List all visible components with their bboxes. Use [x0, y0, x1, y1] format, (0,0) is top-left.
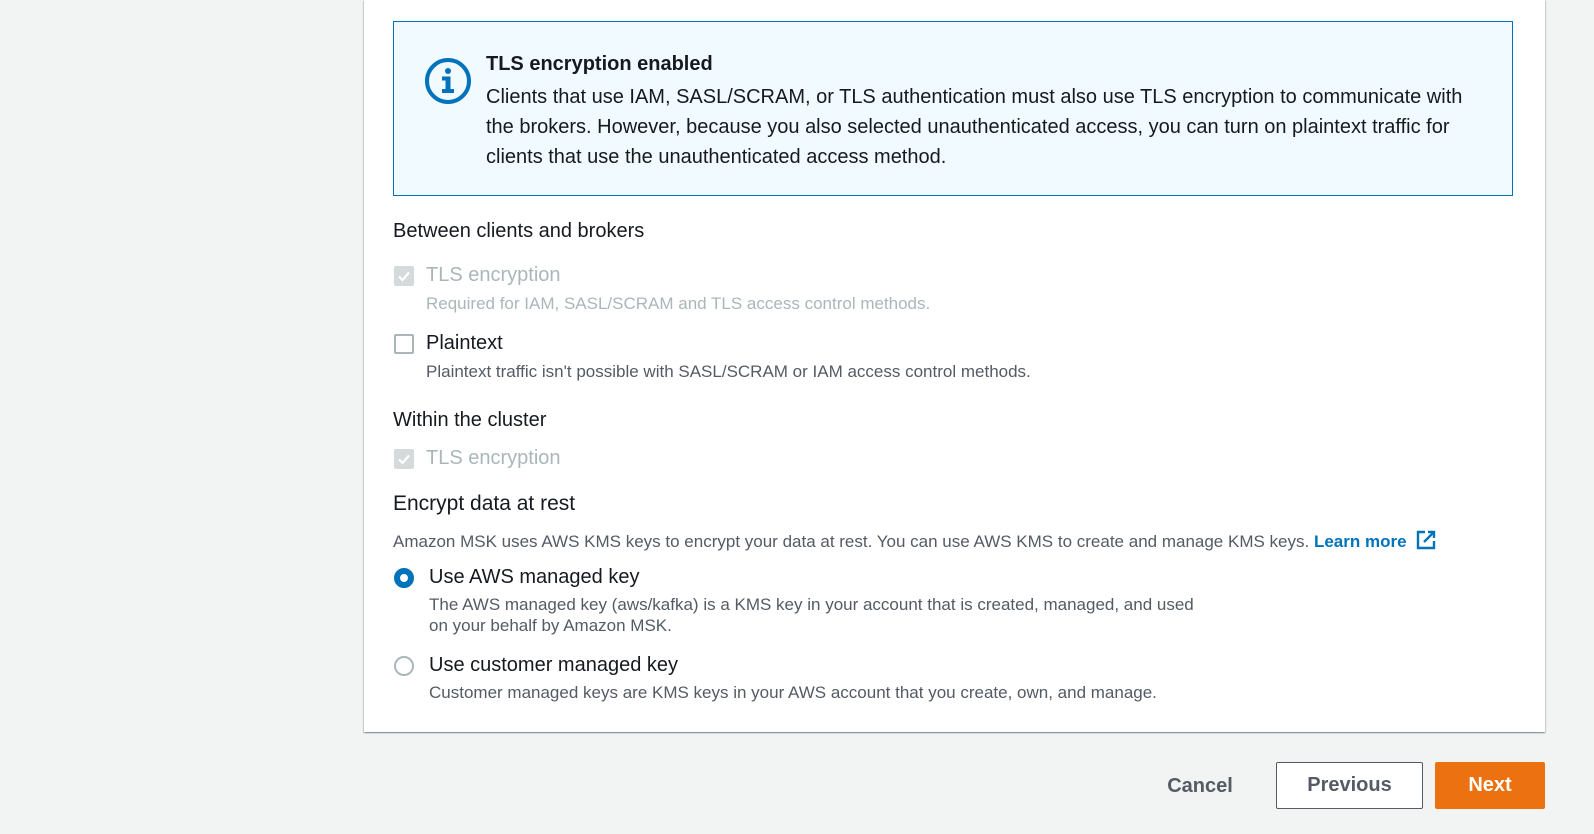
- checkmark-icon: [398, 454, 410, 465]
- tls-info-alert: TLS encryption enabled Clients that use …: [393, 21, 1513, 196]
- checkmark-icon: [398, 271, 410, 282]
- tls-client-desc: Required for IAM, SASL/SCRAM and TLS acc…: [426, 294, 931, 313]
- learn-more-link[interactable]: Learn more: [1314, 532, 1407, 551]
- aws-managed-key-desc-2: on your behalf by Amazon MSK.: [429, 616, 672, 635]
- previous-button[interactable]: Previous: [1276, 762, 1423, 809]
- plaintext-checkbox[interactable]: [394, 334, 414, 354]
- tls-client-label: TLS encryption: [426, 264, 561, 286]
- cancel-button[interactable]: Cancel: [1150, 763, 1250, 810]
- customer-managed-key-desc: Customer managed keys are KMS keys in yo…: [429, 683, 1157, 702]
- at-rest-desc-text: Amazon MSK uses AWS KMS keys to encrypt …: [393, 532, 1310, 551]
- aws-managed-key-label[interactable]: Use AWS managed key: [429, 566, 639, 589]
- tls-cluster-checkbox[interactable]: [394, 449, 414, 469]
- plaintext-desc: Plaintext traffic isn't possible with SA…: [426, 362, 1031, 381]
- alert-title: TLS encryption enabled: [486, 53, 713, 75]
- plaintext-label[interactable]: Plaintext: [426, 332, 503, 355]
- tls-client-checkbox[interactable]: [394, 266, 414, 286]
- at-rest-desc: Amazon MSK uses AWS KMS keys to encrypt …: [393, 529, 1437, 556]
- clients-brokers-heading: Between clients and brokers: [393, 220, 645, 242]
- info-icon: [424, 57, 472, 105]
- aws-managed-key-desc-1: The AWS managed key (aws/kafka) is a KMS…: [429, 595, 1194, 614]
- customer-managed-key-radio[interactable]: [394, 656, 414, 676]
- alert-text: Clients that use IAM, SASL/SCRAM, or TLS…: [486, 86, 1463, 168]
- external-link-icon[interactable]: [1415, 529, 1437, 556]
- next-button[interactable]: Next: [1435, 762, 1545, 809]
- within-cluster-heading: Within the cluster: [393, 409, 547, 431]
- customer-managed-key-label[interactable]: Use customer managed key: [429, 654, 678, 677]
- aws-managed-key-radio[interactable]: [394, 568, 414, 588]
- at-rest-heading: Encrypt data at rest: [393, 492, 576, 515]
- tls-cluster-label: TLS encryption: [426, 447, 561, 469]
